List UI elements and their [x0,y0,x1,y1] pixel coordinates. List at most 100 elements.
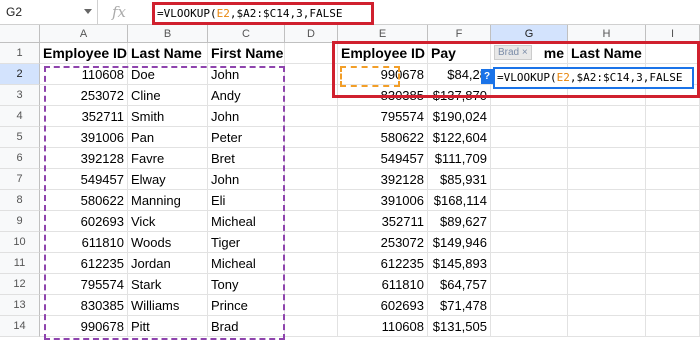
cell-first-name[interactable]: Bret [208,148,285,169]
cell-last-name[interactable]: Woods [128,232,208,253]
close-icon[interactable]: × [522,47,528,58]
cell-g8[interactable] [491,190,568,211]
cell-first-name[interactable]: Micheal [208,253,285,274]
cell-employee-id[interactable]: 549457 [40,169,128,190]
cell-h12[interactable] [568,274,646,295]
formula-input[interactable]: =VLOOKUP(E2,$A2:$C14,3,FALSE [152,2,374,25]
row-header-10[interactable]: 10 [0,232,40,253]
cell-pay[interactable]: $168,114 [428,190,491,211]
cell-h5[interactable] [568,127,646,148]
cell-pay[interactable]: $111,709 [428,148,491,169]
formula-help-button[interactable]: ? [481,69,493,84]
column-header-i[interactable]: I [646,25,700,43]
cell-employee-id[interactable]: 612235 [40,253,128,274]
column-header-c[interactable]: C [208,25,285,43]
cell-d14[interactable] [285,316,338,337]
cell-d1[interactable] [285,43,338,64]
row-header-4[interactable]: 4 [0,106,40,127]
cell-i5[interactable] [646,127,700,148]
cell-i13[interactable] [646,295,700,316]
row-header-14[interactable]: 14 [0,316,40,337]
cell-employee-id[interactable]: 391006 [40,127,128,148]
cell-g12[interactable] [491,274,568,295]
cell-last-name[interactable]: Smith [128,106,208,127]
cell-h4[interactable] [568,106,646,127]
cell-d12[interactable] [285,274,338,295]
cell-i1[interactable] [646,43,700,64]
cell-last-name[interactable]: Cline [128,85,208,106]
cell-i8[interactable] [646,190,700,211]
cell-employee-id-lookup[interactable]: 110608 [338,316,428,337]
cell-pay[interactable]: $131,505 [428,316,491,337]
cell-employee-id[interactable]: 110608 [40,64,128,85]
cell-pay[interactable]: $145,893 [428,253,491,274]
cell-h6[interactable] [568,148,646,169]
cell-employee-id-lookup[interactable]: 580622 [338,127,428,148]
cell-first-name[interactable]: Andy [208,85,285,106]
cell-employee-id-lookup[interactable]: 391006 [338,190,428,211]
cell-h7[interactable] [568,169,646,190]
row-header-5[interactable]: 5 [0,127,40,148]
cell-d7[interactable] [285,169,338,190]
cell-employee-id[interactable]: 253072 [40,85,128,106]
chevron-down-icon[interactable] [84,9,92,14]
cell-employee-id-lookup[interactable]: 253072 [338,232,428,253]
cell-last-name[interactable]: Elway [128,169,208,190]
cell-pay[interactable]: $64,757 [428,274,491,295]
cell-employee-id[interactable]: 611810 [40,232,128,253]
row-header-1[interactable]: 1 [0,43,40,64]
cell-d9[interactable] [285,211,338,232]
cell-pay[interactable]: $71,478 [428,295,491,316]
cell-d6[interactable] [285,148,338,169]
cell-employee-id-lookup[interactable]: 392128 [338,169,428,190]
row-header-7[interactable]: 7 [0,169,40,190]
cell-first-name[interactable]: John [208,106,285,127]
cell-g5[interactable] [491,127,568,148]
header-pay[interactable]: Pay [428,43,491,64]
cell-last-name[interactable]: Jordan [128,253,208,274]
cell-first-name[interactable]: Eli [208,190,285,211]
cell-d4[interactable] [285,106,338,127]
cell-g6[interactable] [491,148,568,169]
cell-first-name[interactable]: John [208,169,285,190]
cell-g4[interactable] [491,106,568,127]
cell-first-name[interactable]: Brad [208,316,285,337]
cell-i6[interactable] [646,148,700,169]
header-last-name-lookup[interactable]: Last Name [568,43,646,64]
cell-employee-id[interactable]: 580622 [40,190,128,211]
cell-editor-g2[interactable]: =VLOOKUP(E2,$A2:$C14,3,FALSE [493,67,694,89]
row-header-6[interactable]: 6 [0,148,40,169]
cell-pay[interactable]: $122,604 [428,127,491,148]
cell-pay[interactable]: $89,627 [428,211,491,232]
column-header-a[interactable]: A [40,25,128,43]
cell-employee-id[interactable]: 392128 [40,148,128,169]
cell-g14[interactable] [491,316,568,337]
column-header-b[interactable]: B [128,25,208,43]
cell-h13[interactable] [568,295,646,316]
cell-d5[interactable] [285,127,338,148]
cell-d11[interactable] [285,253,338,274]
cell-h10[interactable] [568,232,646,253]
cell-last-name[interactable]: Pitt [128,316,208,337]
cell-i9[interactable] [646,211,700,232]
cell-last-name[interactable]: Stark [128,274,208,295]
cell-h8[interactable] [568,190,646,211]
cell-first-name[interactable]: Micheal [208,211,285,232]
header-last-name[interactable]: Last Name [128,43,208,64]
column-header-g[interactable]: G [491,25,568,43]
cell-employee-id-lookup[interactable]: 352711 [338,211,428,232]
cell-last-name[interactable]: Vick [128,211,208,232]
cell-last-name[interactable]: Favre [128,148,208,169]
cell-g10[interactable] [491,232,568,253]
column-header-f[interactable]: F [428,25,491,43]
row-header-8[interactable]: 8 [0,190,40,211]
cell-first-name[interactable]: Tony [208,274,285,295]
cell-last-name[interactable]: Pan [128,127,208,148]
row-header-3[interactable]: 3 [0,85,40,106]
header-first-name[interactable]: First Name [208,43,285,64]
cell-d10[interactable] [285,232,338,253]
cell-i12[interactable] [646,274,700,295]
cell-first-name[interactable]: Tiger [208,232,285,253]
cell-g13[interactable] [491,295,568,316]
cell-d8[interactable] [285,190,338,211]
